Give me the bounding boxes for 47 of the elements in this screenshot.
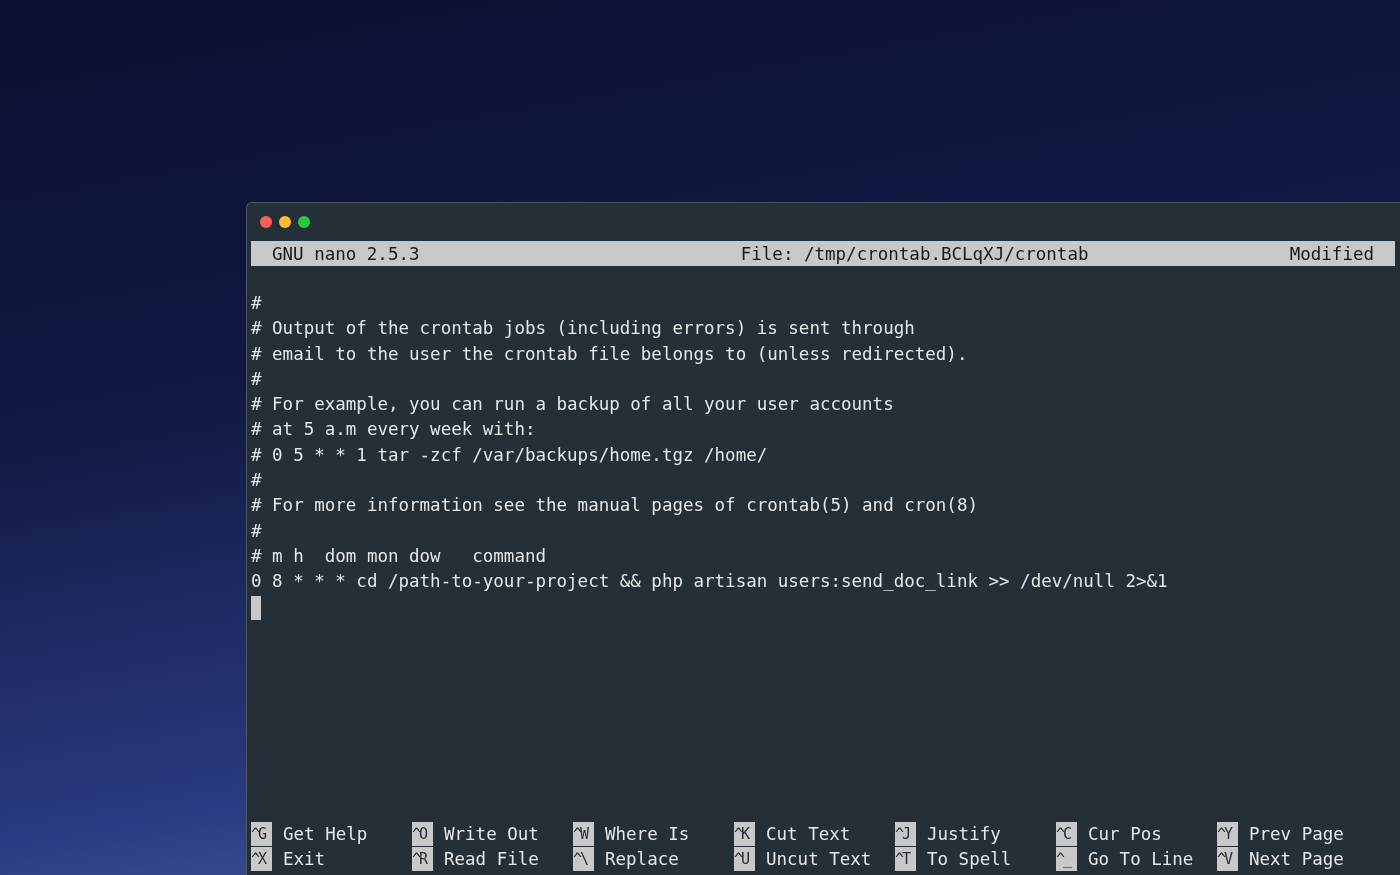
shortcut-key: ^O xyxy=(412,821,433,846)
code-line: # xyxy=(251,292,263,315)
shortcut-key: ^\ xyxy=(573,846,594,871)
shortcut-key: ^W xyxy=(573,821,594,846)
shortcut-key: ^X xyxy=(251,846,272,871)
shortcut-key: ^J xyxy=(895,821,916,846)
shortcut-key: ^_ xyxy=(1056,846,1077,871)
shortcut-key: ^Y xyxy=(1217,821,1238,846)
shortcut-label: Replace xyxy=(605,848,679,869)
shortcut-key: ^R xyxy=(412,846,433,871)
shortcut-key: ^G xyxy=(251,821,272,846)
shortcut-label: Uncut Text xyxy=(766,848,872,869)
shortcut-key: ^T xyxy=(895,846,916,871)
close-button[interactable] xyxy=(260,216,272,228)
modified-status: Modified xyxy=(1289,243,1374,264)
shortcut-label: Justify xyxy=(927,823,1001,844)
text-cursor xyxy=(251,595,261,620)
shortcut-label: Read File xyxy=(444,848,539,869)
code-line: # at 5 a.m every week with: xyxy=(251,418,537,442)
code-line: # For more information see the manual pages of crontab(5) and cron(8) xyxy=(251,494,979,518)
shortcut-label: Prev Page xyxy=(1249,823,1344,844)
code-line: # email to the user the crontab file belongs to (unless redirected). xyxy=(251,342,969,366)
file-path: File: /tmp/crontab.BCLqXJ/crontab xyxy=(740,243,1089,264)
shortcut-key: ^C xyxy=(1056,821,1077,846)
code-line: # m h dom mon dow command xyxy=(251,544,547,568)
shortcut-label: Exit xyxy=(283,848,326,869)
code-line: # xyxy=(251,519,263,543)
minimize-button[interactable] xyxy=(279,216,291,228)
code-line: # xyxy=(251,367,263,391)
shortcut-label: Next Page xyxy=(1249,848,1344,869)
shortcut-key: ^U xyxy=(734,846,755,871)
shortcut-label: Get Help xyxy=(283,823,368,844)
shortcut-label: To Spell xyxy=(927,848,1012,869)
shortcut-label: Where Is xyxy=(605,823,690,844)
code-line: # xyxy=(251,469,263,493)
shortcut-label: Cur Pos xyxy=(1088,823,1162,844)
shortcut-label: Write Out xyxy=(444,823,539,844)
code-line: # 0 5 * * 1 tar -zcf /var/backups/home.tgz /home/ xyxy=(251,443,769,467)
shortcut-key: ^K xyxy=(734,821,755,846)
code-line: # Output of the crontab jobs (including errors) is sent through xyxy=(251,317,916,341)
shortcut-label: Cut Text xyxy=(766,823,851,844)
code-line: 0 8 * * * cd /path-to-your-project && php artisan users:send_doc_link >> /dev/null 2>&1 xyxy=(251,570,1169,594)
shortcut-key: ^V xyxy=(1217,846,1238,871)
code-line: # For example, you can run a backup of all your user accounts xyxy=(251,393,895,417)
shortcut-label: Go To Line xyxy=(1088,848,1194,869)
editor-version: GNU nano 2.5.3 xyxy=(272,243,420,264)
zoom-button[interactable] xyxy=(298,216,310,228)
